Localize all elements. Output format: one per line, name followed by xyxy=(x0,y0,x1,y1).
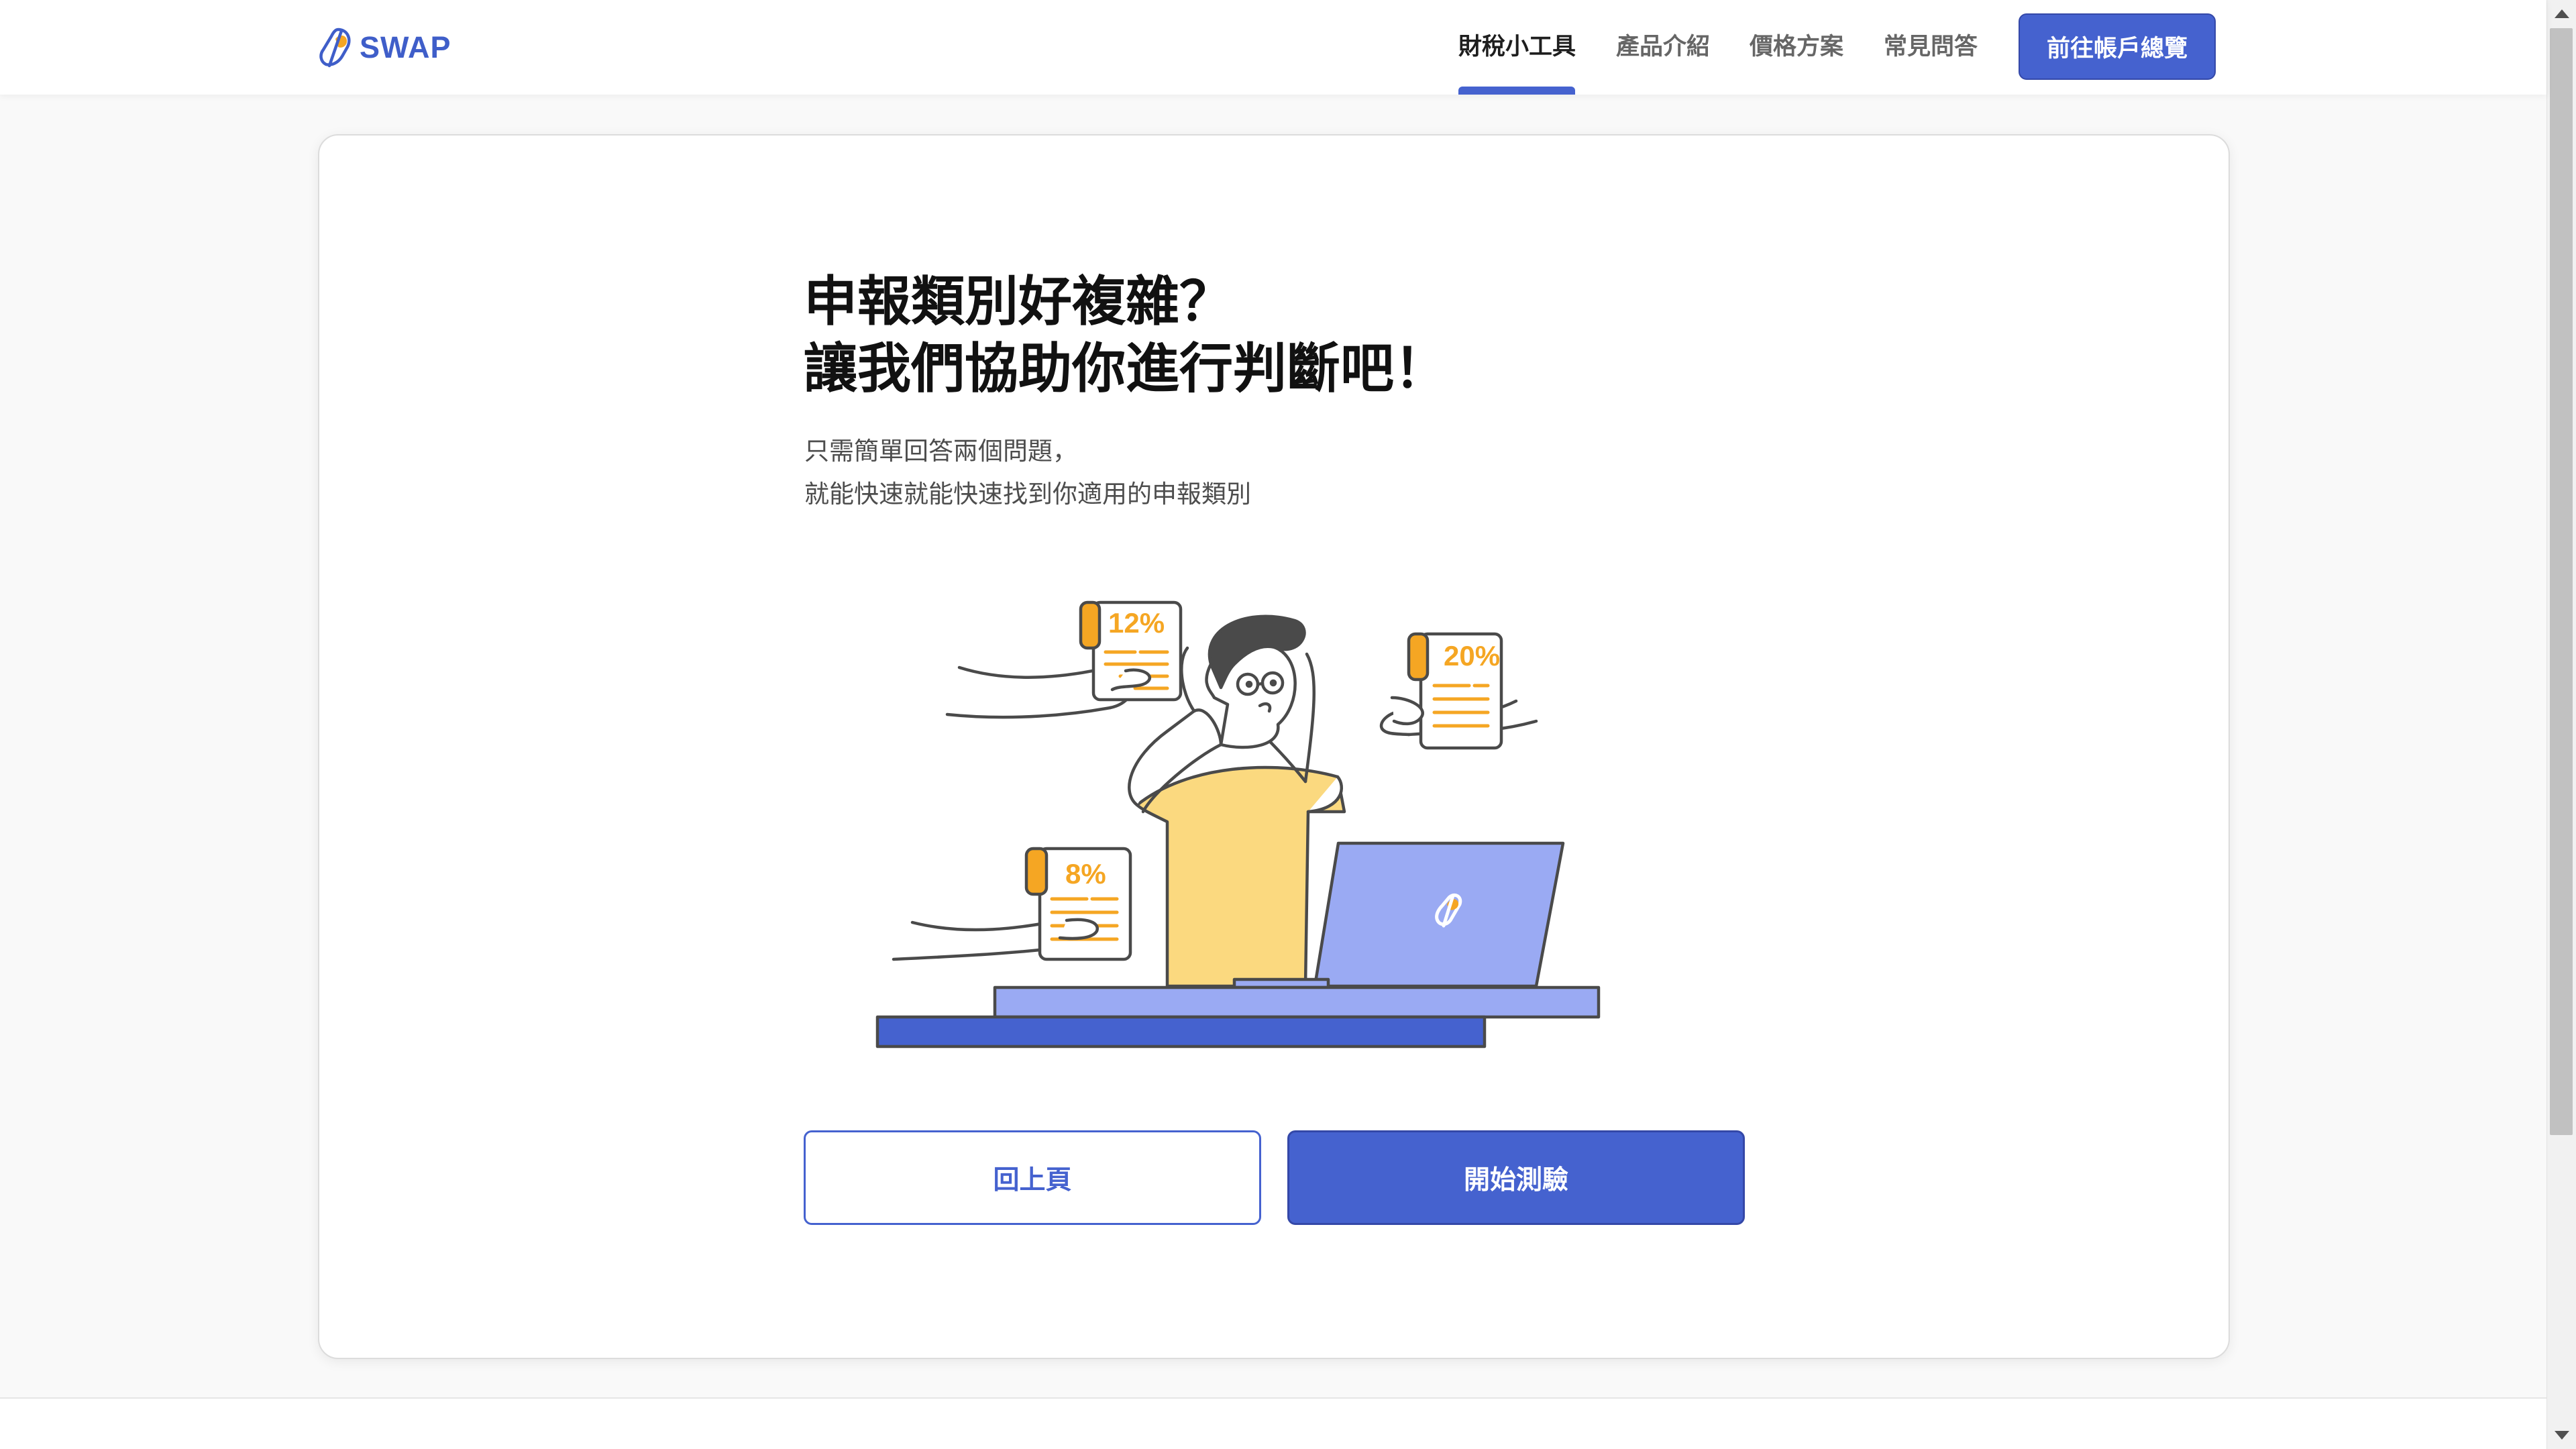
swap-logo-icon xyxy=(319,28,351,68)
percent-label-12: 12% xyxy=(1108,607,1165,639)
subtitle-line-1: 只需簡單回答兩個問題， xyxy=(804,437,1077,466)
subtitle-line-2: 就能快速就能快速找到你適用的申報類別 xyxy=(804,480,1251,508)
back-button[interactable]: 回上頁 xyxy=(804,1130,1261,1225)
scroll-thumb[interactable] xyxy=(2550,28,2573,1135)
person-torso xyxy=(1135,765,1346,988)
nav-item-product-intro[interactable]: 產品介紹 xyxy=(1616,28,1710,66)
confused-person-illustration: 12% 20% 8% xyxy=(875,600,1601,1049)
desk-top xyxy=(993,985,1601,1019)
footer xyxy=(0,1399,2546,1449)
scroll-up-arrow-icon[interactable] xyxy=(2555,9,2569,18)
nav-item-tax-tools[interactable]: 財稅小工具 xyxy=(1458,28,1576,66)
vertical-scrollbar[interactable] xyxy=(2546,0,2576,1449)
page-title-line-2: 讓我們協助你進行判斷吧！ xyxy=(804,337,1448,400)
top-navigation-bar: SWAP 財稅小工具 產品介紹 價格方案 常見問答 前往帳戶總覽 xyxy=(0,0,2546,95)
scroll-down-arrow-icon[interactable] xyxy=(2555,1431,2569,1440)
active-nav-indicator xyxy=(1458,87,1575,95)
logo-text: SWAP xyxy=(360,30,451,64)
percent-label-20: 20% xyxy=(1444,640,1500,672)
swap-logo[interactable]: SWAP xyxy=(318,25,451,70)
start-quiz-button[interactable]: 開始測驗 xyxy=(1287,1130,1745,1225)
page-title-line-1: 申報類別好複雜？ xyxy=(804,270,1233,333)
account-overview-button[interactable]: 前往帳戶總覽 xyxy=(2019,13,2216,80)
nav-item-pricing[interactable]: 價格方案 xyxy=(1750,28,1843,66)
nav-item-faq[interactable]: 常見問答 xyxy=(1884,28,1978,66)
percent-label-8: 8% xyxy=(1065,858,1106,890)
desk-front xyxy=(875,1015,1487,1049)
